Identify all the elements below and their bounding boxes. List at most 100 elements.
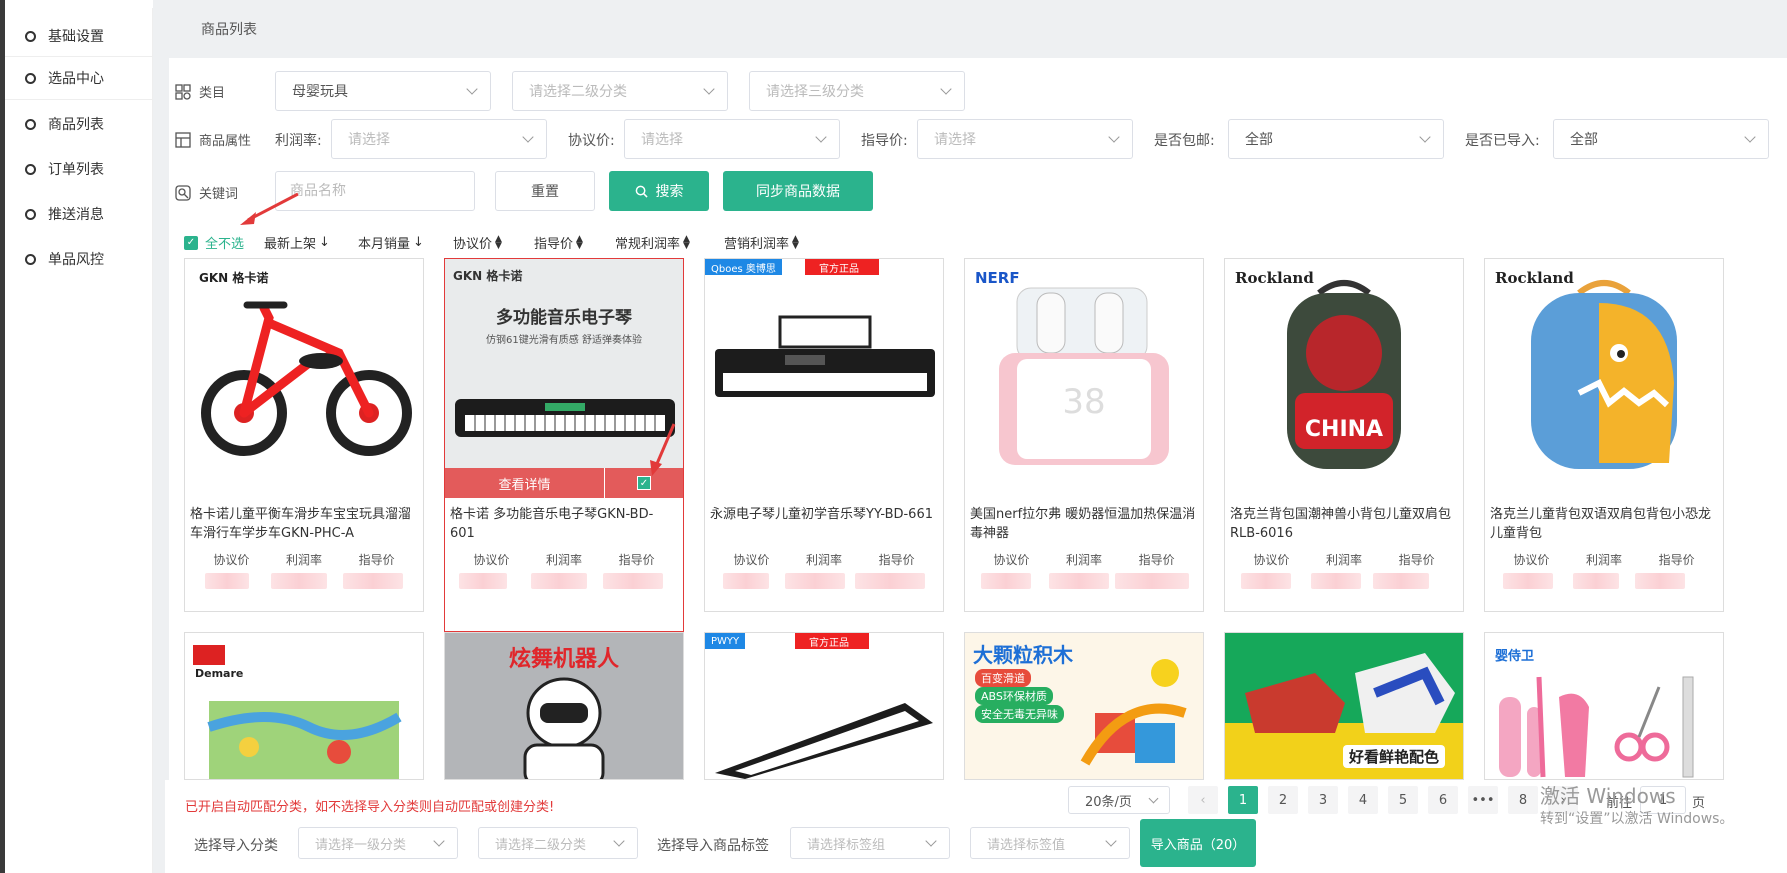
product-title: 洛克兰背包国潮神兽小背包儿童双肩包RLB-6016 — [1230, 507, 1452, 541]
chevron-down-icon — [522, 131, 534, 143]
product-card[interactable]: GKN 格卡诺 格卡诺儿童平衡车滑步车宝宝玩具溜溜车滑行车学步车GKN-PHC-… — [184, 258, 424, 612]
sort-agreed-price[interactable]: 协议价 ▲ ▼ — [453, 233, 502, 252]
more-pages-button[interactable]: ••• — [1468, 786, 1498, 814]
chevron-down-icon — [940, 83, 952, 95]
next-page-button[interactable]: › — [1548, 786, 1578, 814]
product-title: 美国nerf拉尔弗 暖奶器恒温加热保温消毒神器 — [970, 507, 1196, 541]
goto-prefix: 前往 — [1606, 796, 1633, 811]
page-2[interactable]: 2 — [1268, 786, 1298, 814]
select-all-toggle[interactable]: ✓ 全不选 — [184, 233, 244, 252]
product-card[interactable]: 大颗粒积木 百变滑道 ABS环保材质 安全无毒无异味 — [964, 632, 1204, 780]
circle-icon — [25, 253, 36, 265]
chevron-down-icon — [1148, 793, 1159, 804]
blurred-value — [1311, 573, 1361, 589]
chevron-down-icon — [1419, 131, 1431, 143]
product-card[interactable]: 炫舞机器人 — [444, 632, 684, 780]
product-card[interactable]: Qboes 奥博思 官方正品 永源电子琴儿童初学音乐琴YY-BD-661 协议价… — [704, 258, 944, 612]
tag-group-select[interactable]: 请选择标签组 — [790, 827, 950, 859]
sidebar-item-risk-control[interactable]: 单品风控 — [5, 237, 153, 281]
chevron-left-icon: ‹ — [1200, 792, 1206, 808]
card-checkbox[interactable]: ✓ — [605, 468, 683, 498]
sidebar-item-basic-settings[interactable]: 基础设置 — [5, 14, 153, 58]
blurred-value — [459, 573, 507, 589]
product-title: 格卡诺 多功能音乐电子琴GKN-BD-601 — [450, 507, 654, 541]
guide-price-select[interactable]: 请选择 — [917, 119, 1133, 159]
import-category2-select[interactable]: 请选择二级分类 — [478, 827, 638, 859]
goto-suffix: 页 — [1692, 796, 1706, 811]
keyboard-image — [455, 399, 675, 437]
product-card[interactable]: Rockland 洛克兰儿童背包双语双肩包背包小恐龙儿童背包 协议价 利润率 指导价 — [1484, 258, 1724, 612]
blurred-value — [603, 573, 663, 589]
dino-backpack-image — [1531, 280, 1677, 469]
sort-monthly-sales[interactable]: 本月销量 ↓ — [358, 233, 424, 252]
profit-select[interactable]: 请选择 — [331, 119, 547, 159]
imported-select[interactable]: 全部 — [1553, 119, 1769, 159]
sort-regular-profit[interactable]: 常规利润率 ▲ ▼ — [615, 233, 690, 252]
grid-icon — [175, 83, 191, 100]
sidebar-item-order-list[interactable]: 订单列表 — [5, 147, 153, 191]
check-icon: ✓ — [184, 235, 198, 250]
product-image: Qboes 奥博思 官方正品 — [705, 259, 943, 469]
product-card[interactable]: NERF 38 美国nerf拉尔弗 暖奶器恒温加热保温消毒神器 协议价 利润率 指导… — [964, 258, 1204, 612]
sort-caret-icon: ▲ ▼ — [495, 233, 502, 251]
sidebar-item-product-list[interactable]: 商品列表 — [5, 102, 153, 146]
page-6[interactable]: 6 — [1428, 786, 1458, 814]
page-4[interactable]: 4 — [1348, 786, 1378, 814]
breadcrumb: 商品列表 — [153, 6, 1787, 52]
category1-select[interactable]: 母婴玩具 — [275, 71, 491, 111]
guide-price-label: 指导价: — [861, 133, 908, 149]
imported-label: 是否已导入: — [1465, 133, 1540, 149]
product-image: 炫舞机器人 — [445, 633, 683, 779]
product-card[interactable]: 婴侍卫 — [1484, 632, 1724, 780]
page-1[interactable]: 1 — [1228, 786, 1258, 814]
product-image: 婴侍卫 — [1489, 637, 1719, 779]
tag-value-select[interactable]: 请选择标签值 — [970, 827, 1130, 859]
product-card-selected[interactable]: GKN 格卡诺 多功能音乐电子琴 仿钢61键光滑有质感 舒适弹奏体验 查看详情 … — [444, 258, 684, 632]
reset-button[interactable]: 重置 — [495, 171, 595, 211]
product-image: PWYY 官方正品 — [705, 633, 943, 779]
blurred-value — [1115, 573, 1189, 589]
check-icon: ✓ — [637, 476, 651, 490]
product-card[interactable]: PWYY 官方正品 — [704, 632, 944, 780]
sort-newest[interactable]: 最新上架 ↓ — [264, 233, 330, 252]
chevron-down-icon — [433, 835, 445, 847]
chevron-down-icon — [613, 835, 625, 847]
circle-icon — [25, 30, 36, 42]
product-stats: 协议价 利润率 指导价 — [1253, 553, 1435, 567]
page-8[interactable]: 8 — [1508, 786, 1538, 814]
agreed-price-select[interactable]: 请选择 — [624, 119, 840, 159]
page-5[interactable]: 5 — [1388, 786, 1418, 814]
circle-icon — [25, 163, 36, 175]
auto-match-warning: 已开启自动匹配分类，如不选择导入分类则自动匹配或创建分类! — [185, 800, 555, 815]
blurred-value — [343, 573, 403, 589]
circle-icon — [25, 72, 36, 84]
svg-text:38: 38 — [1062, 382, 1105, 422]
search-icon — [635, 185, 648, 198]
sync-products-button[interactable]: 同步商品数据 — [723, 171, 873, 211]
blurred-value — [1373, 573, 1429, 589]
goto-page-input[interactable]: 1 — [1640, 786, 1686, 814]
view-detail-button[interactable]: 查看详情 — [445, 468, 605, 498]
sidebar-item-push-messages[interactable]: 推送消息 — [5, 192, 153, 236]
sidebar-item-selection-center[interactable]: 选品中心 — [5, 56, 153, 100]
category2-select[interactable]: 请选择二级分类 — [512, 71, 728, 111]
import-category1-select[interactable]: 请选择一级分类 — [298, 827, 458, 859]
product-title: 洛克兰儿童背包双语双肩包背包小恐龙儿童背包 — [1490, 507, 1712, 541]
sort-caret-icon: ▲ ▼ — [576, 233, 583, 251]
list-icon — [175, 131, 191, 148]
sort-guide-price[interactable]: 指导价 ▲ ▼ — [534, 233, 583, 252]
category3-select[interactable]: 请选择三级分类 — [749, 71, 965, 111]
product-image: Rockland — [1489, 263, 1719, 473]
page-size-select[interactable]: 20条/页 — [1068, 786, 1170, 814]
sort-marketing-profit[interactable]: 营销利润率 ▲ ▼ — [724, 233, 799, 252]
prev-page-button[interactable]: ‹ — [1188, 786, 1218, 814]
search-button[interactable]: 搜索 — [609, 171, 709, 211]
product-card[interactable]: Rockland CHINA 洛克兰背包国潮神兽小背包儿童双肩包RLB-6016… — [1224, 258, 1464, 612]
product-stats: 协议价 利润率 指导价 — [1513, 553, 1695, 567]
keyword-input[interactable] — [275, 171, 475, 211]
free-shipping-select[interactable]: 全部 — [1228, 119, 1444, 159]
import-products-button[interactable]: 导入商品（20） — [1140, 819, 1256, 867]
product-card[interactable]: 好看鲜艳配色 — [1224, 632, 1464, 780]
product-card[interactable]: Demare — [184, 632, 424, 780]
page-3[interactable]: 3 — [1308, 786, 1338, 814]
